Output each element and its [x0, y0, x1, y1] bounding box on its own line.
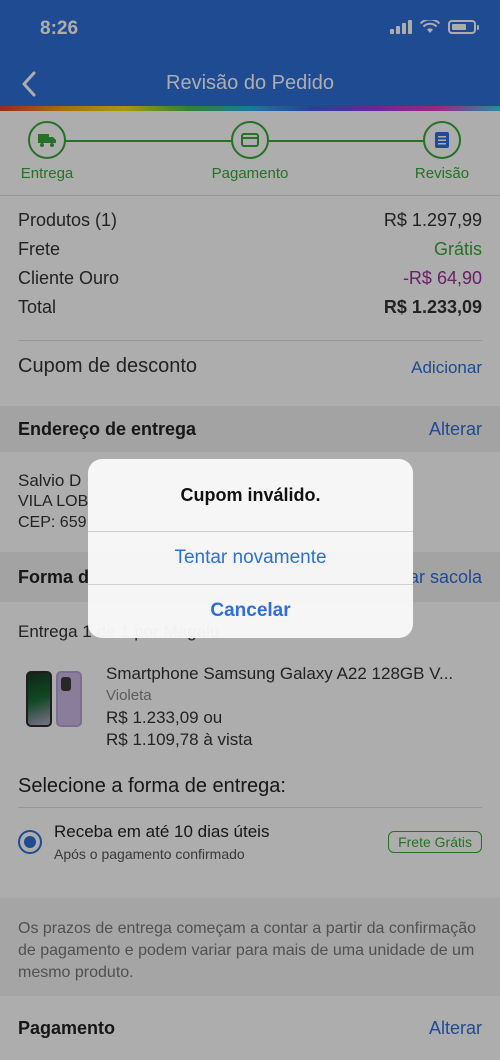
cancel-button[interactable]: Cancelar: [88, 584, 413, 637]
retry-button[interactable]: Tentar novamente: [88, 531, 413, 584]
invalid-coupon-alert: Cupom inválido. Tentar novamente Cancela…: [88, 459, 413, 638]
alert-title: Cupom inválido.: [180, 484, 321, 505]
